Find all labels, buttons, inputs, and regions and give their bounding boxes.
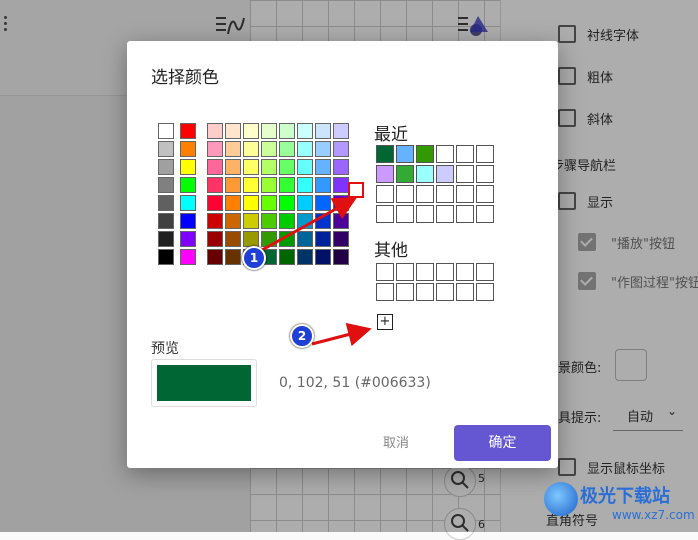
watermark-url: www.xz7.com (612, 508, 695, 522)
watermark: 极光下载站 www.xz7.com (540, 478, 698, 532)
watermark-logo-icon (544, 482, 578, 516)
arrow-1 (261, 197, 358, 252)
annotation-arrows (261, 197, 372, 347)
arrow-2 (311, 322, 372, 347)
annotation-badge-2: 2 (290, 324, 314, 348)
watermark-name: 极光下载站 (580, 486, 670, 507)
annotation-badge-1: 1 (242, 246, 266, 270)
